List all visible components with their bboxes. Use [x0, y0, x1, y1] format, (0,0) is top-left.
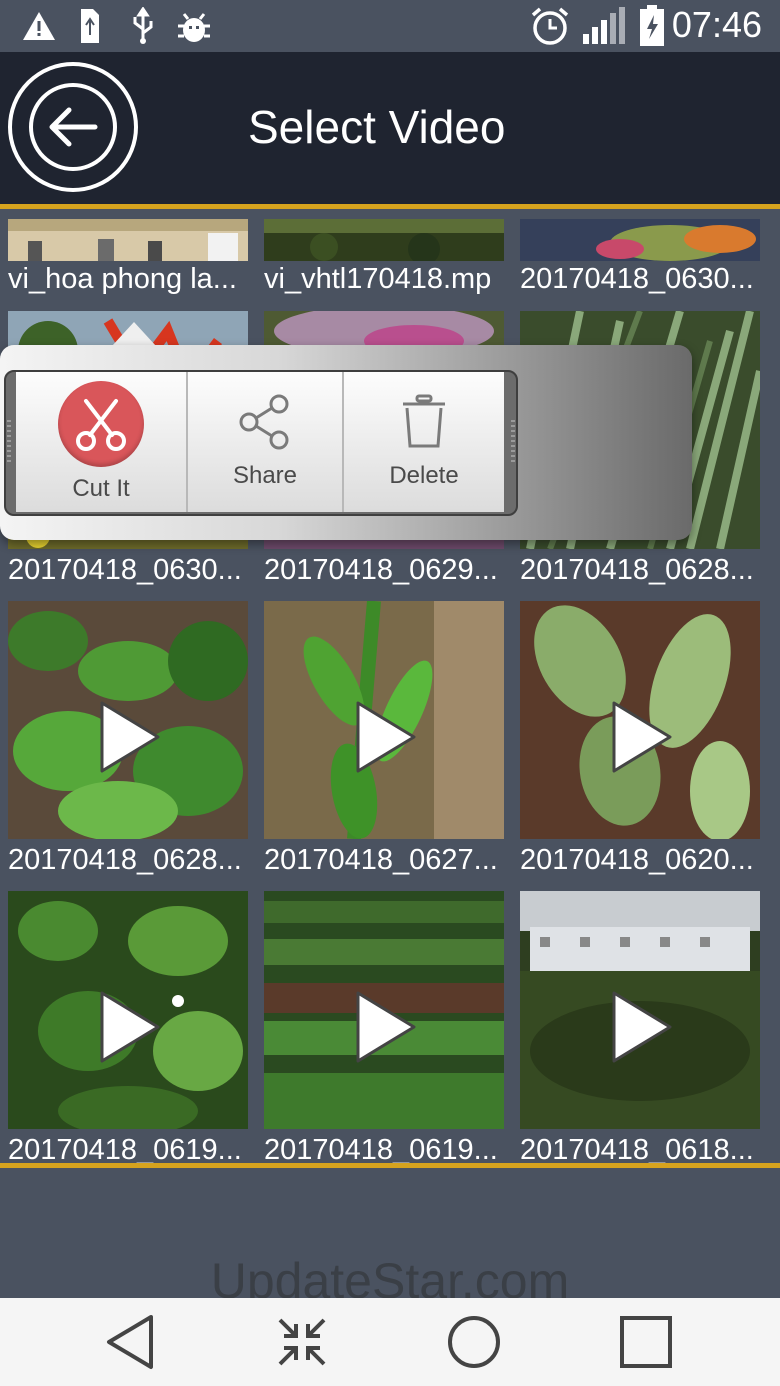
- video-name: 20170418_0619...: [264, 1134, 498, 1163]
- share-button[interactable]: Share: [188, 372, 344, 512]
- video-name: 20170418_0630...: [8, 554, 242, 586]
- delete-label: Delete: [389, 462, 459, 489]
- share-label: Share: [232, 462, 298, 489]
- video-name: vi_vhtl170418.mp: [264, 263, 492, 295]
- play-icon: [354, 989, 418, 1069]
- play-icon: [98, 699, 162, 779]
- video-thumbnail: [8, 219, 248, 261]
- cut-it-label: Cut It: [72, 475, 130, 502]
- status-time: 07:46: [671, 4, 762, 45]
- video-tile[interactable]: vi_hoa phong la...: [0, 209, 256, 301]
- play-icon: [610, 989, 674, 1069]
- video-name: 20170418_0630...: [520, 263, 754, 295]
- grip-left: [7, 420, 11, 464]
- nav-recents-button[interactable]: [614, 1312, 678, 1372]
- delete-button[interactable]: Delete: [344, 372, 504, 512]
- video-name: 20170418_0628...: [8, 844, 242, 876]
- usb-icon: [128, 6, 158, 46]
- video-tile[interactable]: 20170418_0619...: [0, 891, 256, 1163]
- back-button[interactable]: [8, 62, 138, 192]
- video-tile[interactable]: 20170418_0630...: [512, 209, 768, 301]
- status-bar: 07:46: [0, 0, 780, 52]
- trash-icon: [401, 394, 447, 454]
- play-icon: [354, 699, 418, 779]
- menu-pointer: [112, 322, 156, 346]
- video-name: vi_hoa phong la...: [8, 263, 237, 295]
- nav-bar: [0, 1298, 780, 1386]
- video-thumbnail: [520, 219, 760, 261]
- nav-back-button[interactable]: [98, 1312, 162, 1372]
- video-tile[interactable]: 20170418_0628...: [0, 601, 256, 881]
- bottom-divider: [0, 1163, 780, 1168]
- battery-charging-icon: [638, 5, 666, 46]
- collapse-icon[interactable]: [270, 1312, 334, 1372]
- video-tile[interactable]: 20170418_0618...: [512, 891, 768, 1163]
- nav-home-button[interactable]: [442, 1312, 506, 1372]
- video-tile[interactable]: 20170418_0627...: [256, 601, 512, 881]
- debug-bug-icon: [176, 6, 212, 46]
- video-tile[interactable]: vi_vhtl170418.mp: [256, 209, 512, 301]
- play-icon: [98, 989, 162, 1069]
- alarm-icon: [528, 6, 572, 46]
- video-name: 20170418_0620...: [520, 844, 754, 876]
- video-name: 20170418_0627...: [264, 844, 498, 876]
- play-icon: [610, 699, 674, 779]
- scissors-icon: [58, 381, 144, 467]
- video-thumbnail: [264, 219, 504, 261]
- app-header: Select Video: [0, 52, 780, 204]
- page-title: Select Video: [248, 101, 506, 153]
- usb-storage-icon: [74, 6, 104, 46]
- video-name: 20170418_0628...: [520, 554, 754, 586]
- video-name: 20170418_0618...: [520, 1134, 754, 1163]
- video-name: 20170418_0619...: [8, 1134, 242, 1163]
- cut-it-button[interactable]: Cut It: [16, 372, 188, 512]
- video-tile[interactable]: 20170418_0620...: [512, 601, 768, 881]
- video-name: 20170418_0629...: [264, 554, 498, 586]
- share-icon: [237, 394, 293, 454]
- grip-right: [511, 420, 515, 464]
- back-arrow-icon: [29, 83, 117, 171]
- signal-icon: [580, 6, 628, 46]
- warning-icon: [20, 6, 58, 46]
- video-tile[interactable]: 20170418_0619...: [256, 891, 512, 1163]
